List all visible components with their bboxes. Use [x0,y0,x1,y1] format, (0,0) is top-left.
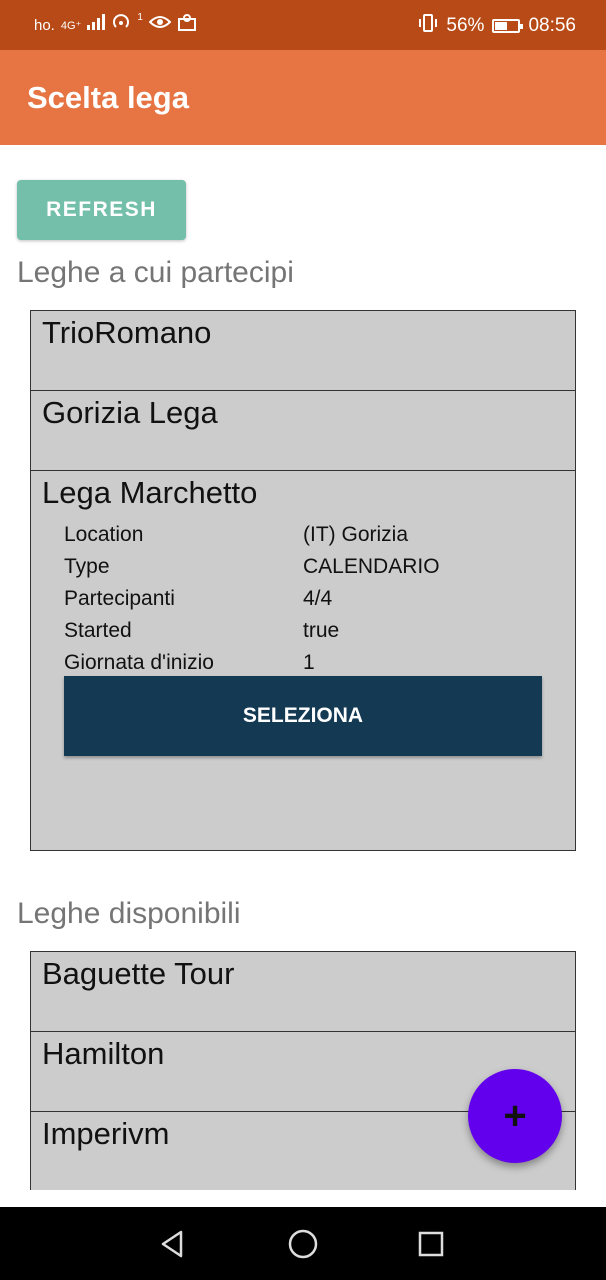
league-name: Baguette Tour [42,956,235,991]
league-item-baguette-tour[interactable]: Baguette Tour [30,951,576,1032]
page-title: Scelta lega [27,80,189,115]
detail-label: Type [64,555,110,578]
recents-icon[interactable] [414,1227,448,1261]
league-name: Hamilton [42,1036,165,1071]
league-name: Imperivm [42,1116,170,1151]
detail-row-started: Started true [64,615,544,647]
vibrate-icon [418,13,438,39]
detail-value: (IT) Gorizia [303,523,408,546]
league-name: Lega Marchetto [42,475,258,510]
detail-row-start-day: Giornata d'inizio 1 [64,647,544,679]
network-type: 4G⁺ [60,19,82,32]
detail-value: 4/4 [303,587,333,610]
league-details: Location (IT) Gorizia Type CALENDARIO Pa… [64,519,544,679]
battery-percent: 56% [446,15,485,36]
detail-label: Started [64,619,132,642]
detail-row-type: Type CALENDARIO [64,551,544,583]
status-left: ho. 4G⁺ 1 [34,11,197,37]
signal-icon [87,14,106,36]
status-right: 56% 08:56 [418,13,576,39]
league-name: Gorizia Lega [42,395,218,430]
my-leagues-title: Leghe a cui partecipi [17,256,294,289]
plus-icon: + [503,1093,527,1138]
app-bar: Scelta lega [0,50,606,145]
app-notification-icon [177,13,197,37]
notification-count: 1 [137,11,143,23]
league-item-gorizia-lega[interactable]: Gorizia Lega [30,390,576,471]
available-leagues-title: Leghe disponibili [17,897,241,930]
detail-value: 1 [303,651,315,674]
clock: 08:56 [528,15,576,36]
navigation-bar [0,1207,606,1280]
detail-value: CALENDARIO [303,555,440,578]
battery-icon [492,19,524,33]
home-icon[interactable] [286,1227,320,1261]
league-item-trioromano[interactable]: TrioRomano [30,310,576,391]
back-icon[interactable] [156,1227,190,1261]
league-item-lega-marchetto[interactable]: Lega Marchetto Location (IT) Gorizia Typ… [30,470,576,851]
detail-label: Giornata d'inizio [64,651,214,674]
detail-value: true [303,619,340,642]
my-leagues-list: TrioRomano Gorizia Lega Lega Marchetto L… [30,310,576,851]
status-bar: ho. 4G⁺ 1 56% 08:56 [0,0,606,50]
hotspot-icon [111,13,131,37]
select-league-button[interactable]: SELEZIONA [64,676,542,756]
carrier-label: ho. [34,16,55,34]
detail-label: Location [64,523,144,546]
detail-label: Partecipanti [64,587,175,610]
add-league-button[interactable]: + [468,1069,562,1163]
league-name: TrioRomano [42,315,212,350]
eye-icon [148,14,172,36]
refresh-button[interactable]: REFRESH [17,180,186,240]
detail-row-location: Location (IT) Gorizia [64,519,544,551]
detail-row-participants: Partecipanti 4/4 [64,583,544,615]
